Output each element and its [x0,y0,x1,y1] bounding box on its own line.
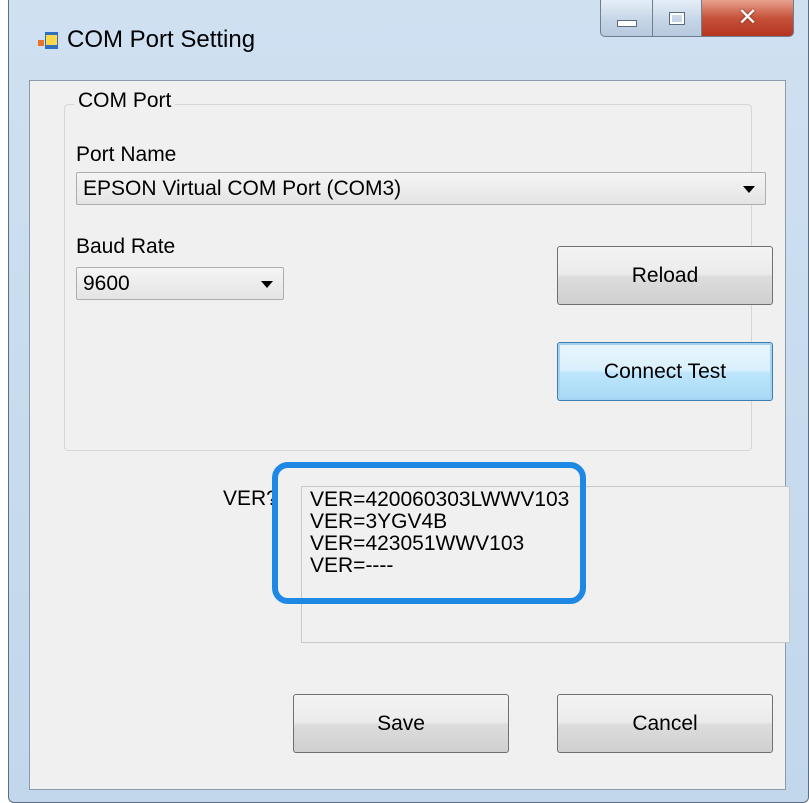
version-line: VER=3YGV4B [310,510,448,533]
com-port-setting-window: COM Port Setting ✕ COM Port Port Name EP… [8,0,809,803]
cancel-button[interactable]: Cancel [557,694,773,753]
title-bar[interactable]: COM Port Setting ✕ [9,0,808,80]
version-output-lines: VER=420060303LWWV103 VER=3YGV4B VER=4230… [310,489,569,577]
app-window-icon [38,32,58,49]
caption-buttons: ✕ [600,0,794,38]
close-button[interactable]: ✕ [702,0,794,37]
port-name-value: EPSON Virtual COM Port (COM3) [83,176,402,200]
version-line: VER=---- [310,554,394,577]
minimize-button[interactable] [600,0,653,37]
version-line: VER=420060303LWWV103 [310,488,570,511]
save-button[interactable]: Save [293,694,509,753]
port-name-label: Port Name [76,143,177,166]
ver-query-label: VER? [223,487,278,510]
close-icon: ✕ [737,4,758,31]
window-title: COM Port Setting [67,26,256,53]
baud-rate-label: Baud Rate [76,235,176,258]
maximize-icon [669,11,685,25]
baud-rate-value: 9600 [83,271,130,295]
connect-test-button[interactable]: Connect Test [557,342,773,401]
baud-rate-combobox[interactable]: 9600 [76,267,284,300]
com-port-group-legend: COM Port [74,89,176,113]
chevron-down-icon [743,185,755,193]
port-name-combobox[interactable]: EPSON Virtual COM Port (COM3) [76,172,766,205]
reload-button[interactable]: Reload [557,246,773,305]
minimize-icon [616,19,637,27]
dialog-client-area: COM Port Port Name EPSON Virtual COM Por… [29,80,790,790]
maximize-button[interactable] [653,0,702,37]
chevron-down-icon [261,280,273,288]
version-line: VER=423051WWV103 [310,532,525,555]
